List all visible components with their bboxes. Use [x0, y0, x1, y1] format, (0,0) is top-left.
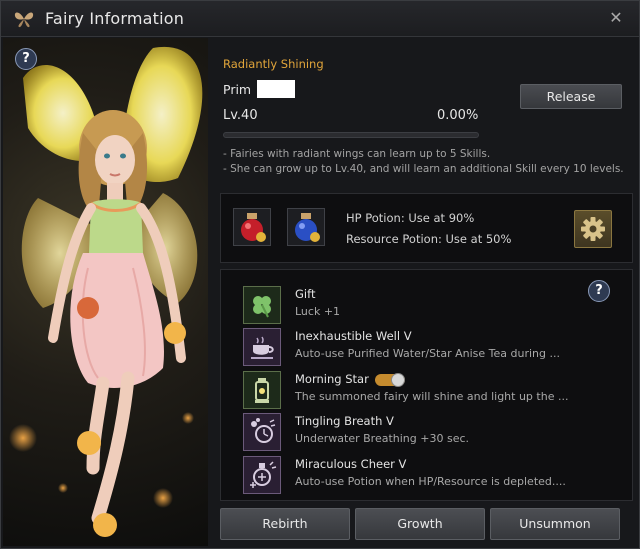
unsummon-button[interactable]: Unsummon: [490, 508, 620, 540]
skill-item[interactable]: Miraculous Cheer V Auto-use Potion when …: [243, 456, 613, 496]
potion-cheer-icon: [243, 456, 281, 494]
growth-button[interactable]: Growth: [355, 508, 485, 540]
potion-settings-panel: HP Potion: Use at 90% Resource Potion: U…: [220, 193, 633, 263]
gear-icon: [581, 217, 605, 241]
skill-description: Luck +1: [295, 305, 341, 318]
skill-description: Auto-use Purified Water/Star Anise Tea d…: [295, 347, 560, 360]
note-line: - She can grow up to Lv.40, and will lea…: [223, 163, 624, 175]
skill-name: Gift: [295, 287, 316, 301]
skill-name: Miraculous Cheer V: [295, 457, 407, 471]
hp-potion-slot[interactable]: [233, 208, 271, 246]
resource-potion-slot[interactable]: [287, 208, 325, 246]
hp-potion-icon: [241, 213, 266, 242]
window-title: Fairy Information: [45, 9, 185, 28]
skill-description: Underwater Breathing +30 sec.: [295, 432, 470, 445]
resource-potion-setting: Resource Potion: Use at 50%: [346, 232, 512, 246]
resource-potion-icon: [295, 213, 320, 242]
exp-percent: 0.00%: [437, 108, 479, 123]
clover-icon: [243, 286, 281, 324]
fairy-name: Prim: [223, 82, 252, 97]
butterfly-icon: [14, 12, 34, 27]
rebirth-button[interactable]: Rebirth: [220, 508, 350, 540]
skill-name: Inexhaustible Well V: [295, 329, 412, 343]
note-line: - Fairies with radiant wings can learn u…: [223, 148, 491, 160]
breath-timer-icon: [243, 413, 281, 451]
skill-item[interactable]: Tingling Breath V Underwater Breathing +…: [243, 413, 613, 453]
hp-potion-setting: HP Potion: Use at 90%: [346, 211, 475, 225]
skills-panel: ? Gift Luck +1 Inexhaustible Well V Auto…: [220, 269, 633, 501]
fairy-information-window: Fairy Information ✕ ? Radiantly Shining …: [0, 0, 640, 549]
portrait-help-icon[interactable]: ?: [15, 48, 37, 70]
close-icon[interactable]: ✕: [607, 9, 625, 27]
skill-description: Auto-use Potion when HP/Resource is depl…: [295, 475, 566, 488]
skill-name: Tingling Breath V: [295, 414, 394, 428]
fairy-tier-title: Radiantly Shining: [223, 57, 324, 71]
fairy-name-redaction: [257, 80, 295, 98]
fairy-illustration: [9, 46, 203, 537]
exp-bar: [223, 132, 479, 138]
morning-star-toggle[interactable]: [375, 373, 405, 387]
fairy-portrait: ?: [3, 38, 208, 546]
skill-item[interactable]: Gift Luck +1: [243, 286, 613, 326]
lantern-icon: [243, 371, 281, 409]
toggle-knob: [391, 373, 405, 387]
skill-item[interactable]: Inexhaustible Well V Auto-use Purified W…: [243, 328, 613, 368]
fairy-level: Lv.40: [223, 108, 258, 123]
skill-name: Morning Star: [295, 372, 369, 386]
skill-description: The summoned fairy will shine and light …: [295, 390, 569, 403]
skill-item[interactable]: Morning Star The summoned fairy will shi…: [243, 371, 613, 411]
release-button[interactable]: Release: [520, 84, 622, 109]
teacup-icon: [243, 328, 281, 366]
title-bar[interactable]: Fairy Information ✕: [1, 1, 639, 37]
potion-settings-button[interactable]: [574, 210, 612, 248]
